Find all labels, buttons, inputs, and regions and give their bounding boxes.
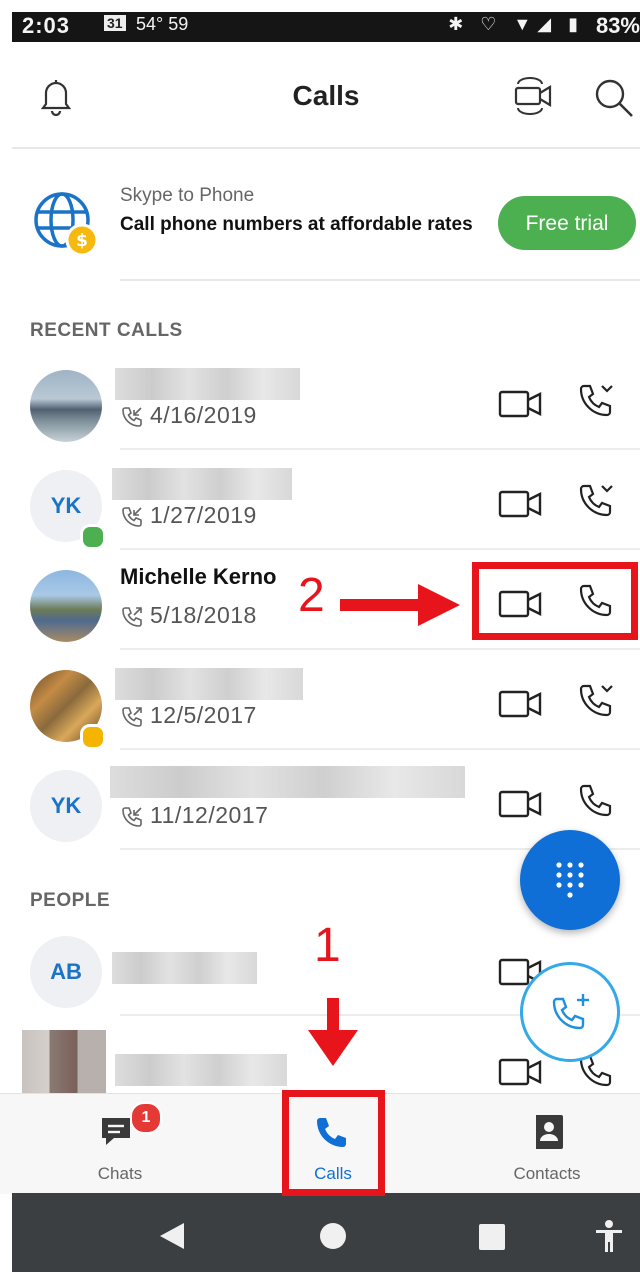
call-row[interactable]: 12/5/2017	[0, 652, 640, 750]
call-date: 5/18/2018	[150, 602, 257, 628]
call-row[interactable]: 4/16/2019	[0, 352, 640, 450]
audio-call-menu-icon[interactable]	[578, 382, 618, 422]
video-call-icon[interactable]	[498, 490, 542, 518]
row-divider	[120, 648, 640, 650]
home-icon[interactable]	[318, 1221, 348, 1251]
annotation-step-2: 2	[298, 569, 325, 622]
back-icon[interactable]	[158, 1221, 186, 1251]
redacted-name	[115, 668, 303, 700]
call-date: 1/27/2019	[150, 502, 257, 528]
redacted-name	[115, 1054, 287, 1086]
header-divider	[12, 147, 640, 149]
avatar	[22, 1030, 106, 1093]
add-call-icon	[552, 994, 589, 1030]
avatar: AB	[30, 936, 102, 1008]
tab-contacts[interactable]: Contacts	[487, 1094, 607, 1194]
avatar	[30, 570, 102, 642]
status-icons: ✱ ♡ ▼◢ ▮	[448, 14, 584, 34]
call-date: 11/12/2017	[150, 802, 269, 828]
call-row[interactable]: YK 1/27/2019	[0, 452, 640, 550]
promo-divider	[120, 279, 640, 281]
unread-badge: 1	[130, 1102, 162, 1134]
incoming-call-icon	[122, 407, 142, 427]
weather-temp: 54° 59	[136, 14, 189, 34]
video-call-icon[interactable]	[498, 790, 542, 818]
row-divider	[120, 448, 640, 450]
calendar-icon: 31	[104, 15, 126, 31]
call-row[interactable]: YK 11/12/2017	[0, 752, 640, 850]
incoming-call-icon	[122, 807, 142, 827]
call-date: 12/5/2017	[150, 702, 257, 728]
dialpad-button[interactable]	[520, 830, 620, 930]
audio-call-menu-icon[interactable]	[578, 482, 618, 522]
promo-subtitle: Skype to Phone	[120, 185, 255, 206]
annotation-step-1: 1	[314, 919, 341, 972]
video-call-icon[interactable]	[498, 1058, 542, 1086]
annotation-arrow-down-icon	[308, 998, 358, 1066]
contact-name: Michelle Kerno	[120, 564, 277, 589]
svg-text:$: $	[76, 231, 88, 251]
system-navigation-bar	[12, 1193, 640, 1272]
free-trial-button[interactable]: Free trial	[498, 196, 636, 250]
row-divider	[120, 548, 640, 550]
recents-icon[interactable]	[478, 1223, 506, 1251]
promo-text: Call phone numbers at affordable rates	[120, 214, 473, 235]
video-call-icon[interactable]	[512, 76, 560, 116]
redacted-name	[112, 468, 292, 500]
app-header: Calls	[12, 42, 640, 148]
redacted-name	[115, 368, 300, 400]
audio-call-menu-icon[interactable]	[578, 682, 618, 722]
status-bar: 2:03 31 54° 59 ✱ ♡ ▼◢ ▮ 83%	[12, 12, 640, 42]
contacts-icon	[531, 1115, 563, 1149]
redacted-name	[112, 952, 257, 984]
outgoing-call-icon	[122, 707, 142, 727]
outgoing-call-icon	[122, 607, 142, 627]
video-call-icon[interactable]	[498, 390, 542, 418]
recent-calls-heading: RECENT CALLS	[30, 320, 183, 341]
tab-label: Chats	[97, 1164, 143, 1183]
globe-coin-icon: $	[34, 192, 99, 257]
avatar	[30, 370, 102, 442]
dialpad-icon	[556, 862, 584, 898]
avatar: YK	[30, 770, 102, 842]
incoming-call-icon	[122, 507, 142, 527]
annotation-box-call-buttons	[472, 562, 638, 640]
audio-call-icon[interactable]	[578, 782, 618, 822]
search-icon[interactable]	[592, 76, 636, 120]
tab-label: Contacts	[513, 1164, 581, 1183]
accessibility-icon[interactable]	[594, 1219, 624, 1253]
video-call-icon[interactable]	[498, 690, 542, 718]
online-status-dot	[80, 524, 106, 550]
redacted-name	[110, 766, 465, 798]
battery-level: 83%	[595, 13, 640, 38]
away-status-dot	[80, 724, 106, 750]
tab-chats[interactable]: 1 Chats	[60, 1094, 180, 1194]
people-heading: PEOPLE	[30, 890, 111, 911]
annotation-arrow-right-icon	[340, 584, 460, 626]
call-date: 4/16/2019	[150, 402, 257, 428]
annotation-box-calls-tab	[282, 1090, 385, 1196]
new-call-button[interactable]	[520, 962, 620, 1062]
row-divider	[120, 748, 640, 750]
status-time: 2:03	[22, 13, 71, 38]
